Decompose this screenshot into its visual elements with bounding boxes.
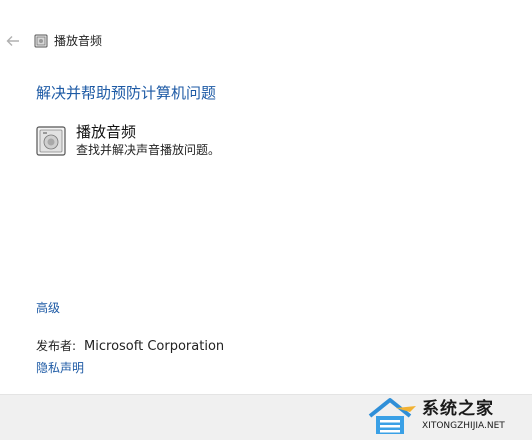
page-heading: 解决并帮助预防计算机问题 bbox=[36, 84, 217, 102]
watermark-text: 系统之家 bbox=[422, 399, 494, 419]
header-bar: 播放音频 bbox=[0, 28, 532, 54]
privacy-link[interactable]: 隐私声明 bbox=[36, 360, 84, 376]
watermark-logo: 系统之家 XITONGZHIJIA.NET bbox=[366, 396, 526, 438]
troubleshooter-title: 播放音频 bbox=[76, 123, 137, 141]
back-arrow-icon bbox=[6, 36, 19, 46]
window-title: 播放音频 bbox=[54, 34, 103, 48]
advanced-link[interactable]: 高级 bbox=[36, 300, 60, 316]
publisher-value: Microsoft Corporation bbox=[84, 339, 225, 354]
back-button[interactable] bbox=[4, 32, 22, 50]
publisher-label: 发布者: bbox=[36, 339, 77, 353]
troubleshooter-item[interactable]: 播放音频 查找并解决声音播放问题。 bbox=[36, 123, 356, 158]
watermark-subtext: XITONGZHIJIA.NET bbox=[422, 421, 505, 431]
publisher-info: 发布者: Microsoft Corporation bbox=[36, 338, 224, 355]
house-logo-icon bbox=[368, 398, 416, 434]
troubleshooter-description: 查找并解决声音播放问题。 bbox=[76, 143, 221, 157]
speaker-icon bbox=[36, 126, 66, 156]
footer-bar: 系统之家 XITONGZHIJIA.NET bbox=[0, 394, 532, 440]
speaker-icon bbox=[34, 34, 48, 48]
